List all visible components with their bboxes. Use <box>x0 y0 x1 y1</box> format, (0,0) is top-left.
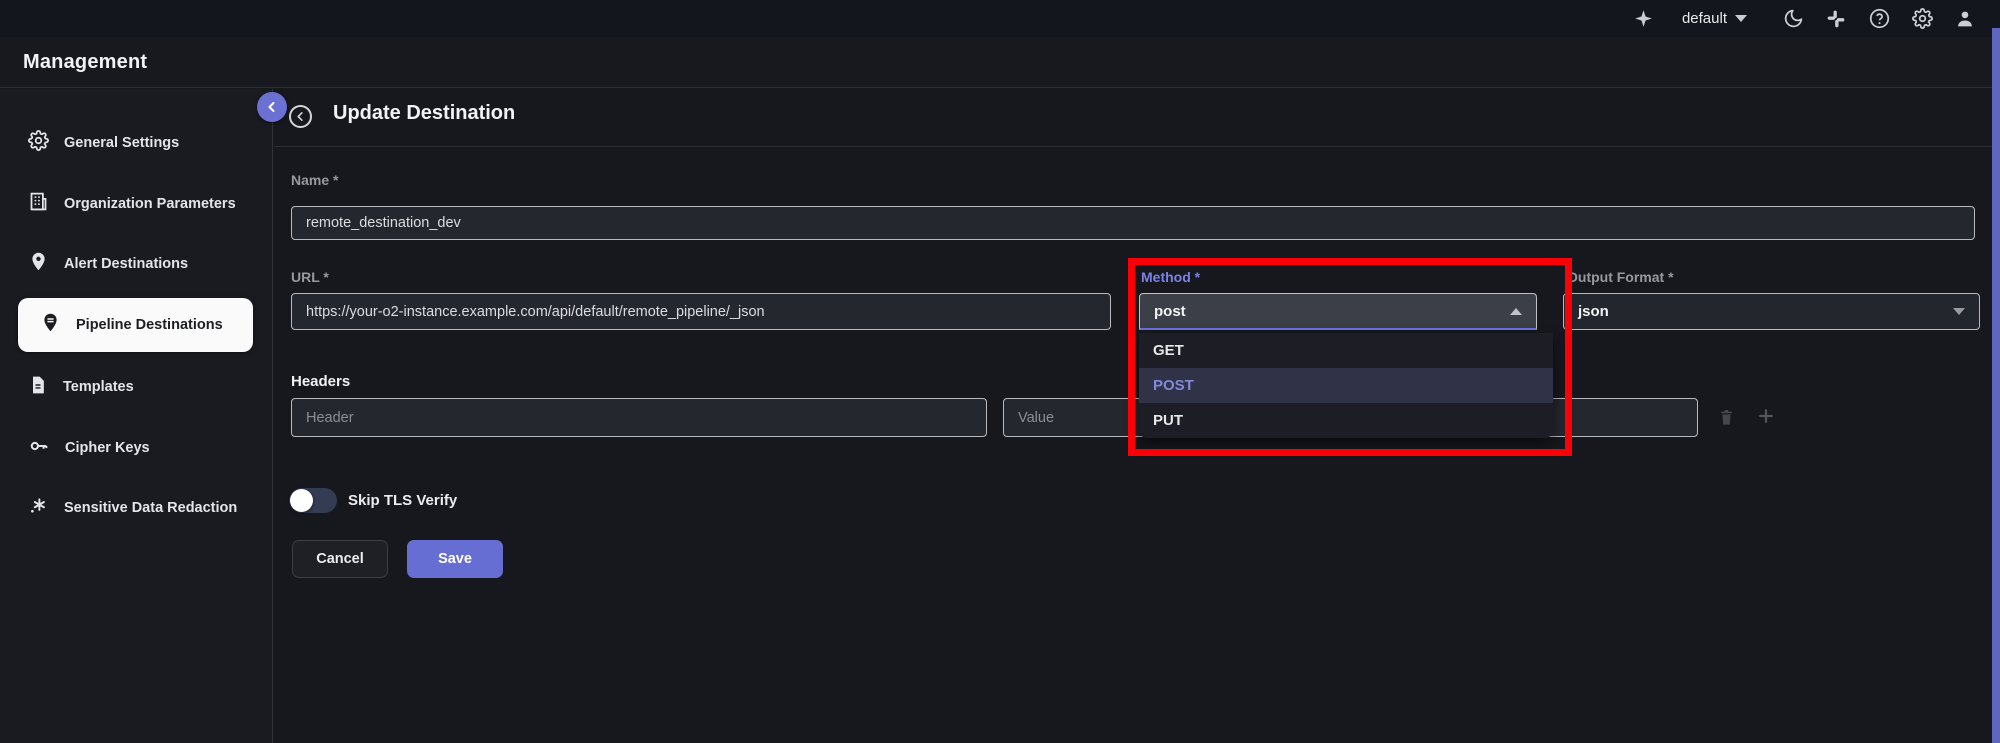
toggle-knob <box>290 489 313 512</box>
page-title: Update Destination <box>333 102 516 124</box>
app-window: default Management General Settings Orga… <box>0 0 2000 743</box>
skip-tls-verify-toggle[interactable] <box>289 488 337 513</box>
sidebar-item-label: Templates <box>63 379 134 395</box>
chevron-down-icon <box>1735 15 1747 22</box>
sparkle-icon[interactable] <box>1633 8 1655 30</box>
sidebar-item-label: Sensitive Data Redaction <box>64 500 238 516</box>
back-button[interactable] <box>289 105 312 128</box>
settings-icon[interactable] <box>1911 8 1933 30</box>
gear-icon <box>28 130 49 156</box>
app-title: Management <box>23 50 148 73</box>
sidebar-item-label: Pipeline Destinations <box>76 317 223 333</box>
method-select-value: post <box>1154 302 1186 320</box>
method-option-get[interactable]: GET <box>1139 333 1553 368</box>
management-header-bar: Management <box>0 37 2000 88</box>
slack-icon[interactable] <box>1825 8 1847 30</box>
building-icon <box>28 191 49 217</box>
sidebar-item-label: Cipher Keys <box>65 440 150 456</box>
method-options-menu: GET POST PUT <box>1139 333 1553 438</box>
method-label: Method * <box>1141 269 1201 285</box>
name-label: Name * <box>291 172 339 188</box>
sidebar-item-label: Organization Parameters <box>64 196 236 212</box>
save-button[interactable]: Save <box>407 540 503 578</box>
sidebar-item-general-settings[interactable]: General Settings <box>0 116 273 170</box>
management-sidebar: General Settings Organization Parameters… <box>0 89 273 743</box>
sidebar-item-sensitive-data-redaction[interactable]: Sensitive Data Redaction <box>0 481 273 535</box>
sidebar-item-label: General Settings <box>64 135 180 151</box>
method-option-post[interactable]: POST <box>1139 368 1553 403</box>
sidebar-item-templates[interactable]: Templates <box>0 360 273 414</box>
map-pin-filled-icon <box>40 312 61 338</box>
vertical-scrollbar[interactable] <box>1992 28 2000 743</box>
output-format-select-value: json <box>1578 303 1609 320</box>
output-format-label: Output Format * <box>1567 269 1674 285</box>
org-selector-label: default <box>1681 10 1727 27</box>
chevron-up-icon <box>1510 307 1522 315</box>
chevron-down-icon <box>1953 308 1965 315</box>
profile-icon[interactable] <box>1954 8 1976 30</box>
delete-header-icon[interactable] <box>1714 405 1738 429</box>
map-pin-icon <box>28 251 49 277</box>
sidebar-item-alert-destinations[interactable]: Alert Destinations <box>0 237 273 291</box>
top-bar: default <box>0 0 2000 37</box>
sidebar-item-cipher-keys[interactable]: Cipher Keys <box>0 421 273 475</box>
url-input[interactable] <box>291 293 1111 330</box>
header-divider <box>274 146 2000 147</box>
org-selector[interactable]: default <box>1682 10 1747 27</box>
document-icon <box>28 375 48 400</box>
sidebar-collapse-button[interactable] <box>257 92 287 122</box>
headers-section-label: Headers <box>291 373 351 390</box>
theme-moon-icon[interactable] <box>1782 8 1804 30</box>
name-input[interactable] <box>291 206 1975 240</box>
add-header-icon[interactable] <box>1754 404 1778 428</box>
key-icon <box>28 435 50 462</box>
sidebar-item-organization-parameters[interactable]: Organization Parameters <box>0 177 273 231</box>
method-select[interactable]: post <box>1139 293 1537 330</box>
sidebar-item-label: Alert Destinations <box>64 256 189 272</box>
skip-tls-verify-label: Skip TLS Verify <box>348 492 458 509</box>
sidebar-item-pipeline-destinations[interactable]: Pipeline Destinations <box>18 298 253 352</box>
cancel-button[interactable]: Cancel <box>292 540 388 578</box>
header-key-input[interactable] <box>291 398 987 437</box>
help-icon[interactable] <box>1868 8 1890 30</box>
method-option-put[interactable]: PUT <box>1139 403 1553 438</box>
url-label: URL * <box>291 269 329 285</box>
output-format-select[interactable]: json <box>1563 293 1980 330</box>
redaction-icon <box>28 495 49 521</box>
